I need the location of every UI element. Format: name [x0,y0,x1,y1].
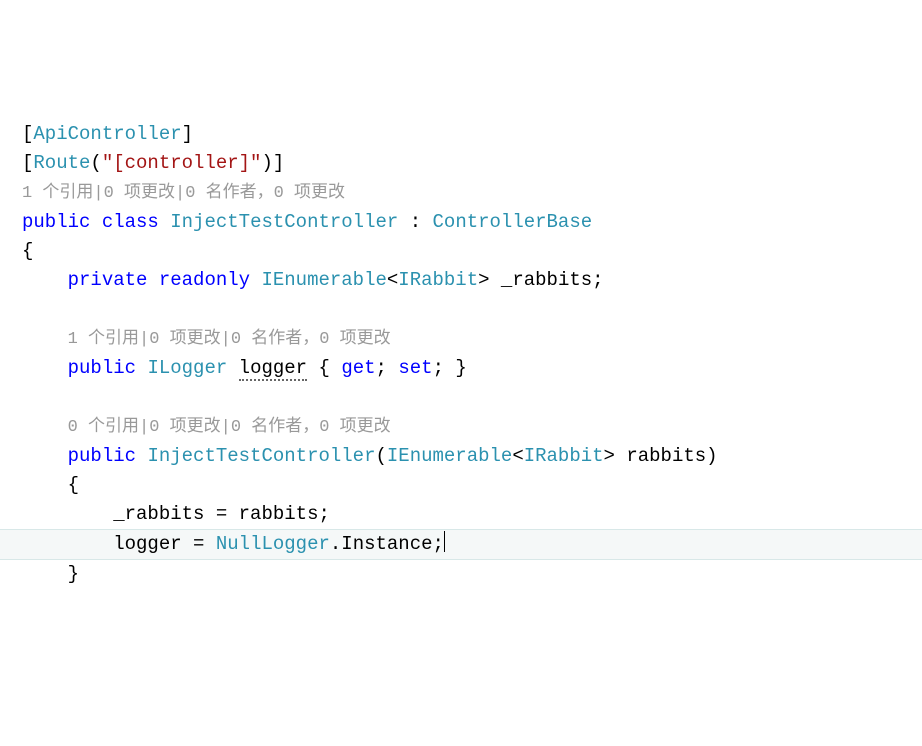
class-name: InjectTestController [170,211,398,233]
brace-open: { [22,240,33,262]
bracket-open: [ [22,152,33,174]
code-line: } [22,560,922,589]
semicolon: ; [433,533,444,555]
paren-close: ) [706,445,717,467]
code-line: { [22,471,922,500]
keyword-public: public [68,357,136,379]
brace-open: { [307,357,341,379]
type-ienumerable: IEnumerable [387,445,512,467]
semicolon: ; [592,269,603,291]
string-literal: "[controller]" [102,152,262,174]
angle-close: > [478,269,489,291]
angle-open: < [387,269,398,291]
code-line: [Route("[controller]")] [22,149,922,178]
paren-open: ( [90,152,101,174]
dot: . [330,533,341,555]
code-line: { [22,237,922,266]
param-rabbits: rabbits [615,445,706,467]
keyword-readonly: readonly [159,269,250,291]
code-line: public InjectTestController(IEnumerable<… [22,442,922,471]
bracket-open: [ [22,123,33,145]
separator: ; [376,357,399,379]
angle-close: > [604,445,615,467]
attribute-type: Route [33,152,90,174]
code-line: public class InjectTestController : Cont… [22,208,922,237]
keyword-class: class [102,211,159,233]
text-caret [444,531,445,552]
current-line: logger = NullLogger.Instance; [0,529,922,560]
codelens-text: 1 个引用|0 项更改|0 名作者，0 项更改 [22,184,345,203]
type-irabbit: IRabbit [524,445,604,467]
keyword-public: public [22,211,90,233]
keyword-public: public [68,445,136,467]
code-editor[interactable]: [ApiController][Route("[controller]")]1 … [22,120,922,589]
identifier-logger: logger [113,533,181,555]
type-ienumerable: IEnumerable [261,269,386,291]
keyword-set: set [398,357,432,379]
type-ilogger: ILogger [147,357,227,379]
semicolon: ; [318,503,329,525]
property-logger: logger [239,357,307,381]
base-class: ControllerBase [433,211,593,233]
code-line: public ILogger logger { get; set; } [22,354,922,383]
brace-close: } [68,563,79,585]
codelens-line[interactable]: 0 个引用|0 项更改|0 名作者，0 项更改 [22,412,922,442]
equals: = [204,503,238,525]
keyword-get: get [341,357,375,379]
code-line: [ApiController] [22,120,922,149]
codelens-line[interactable]: 1 个引用|0 项更改|0 名作者，0 项更改 [22,324,922,354]
code-line: private readonly IEnumerable<IRabbit> _r… [22,266,922,295]
field-rabbits: _rabbits [490,269,593,291]
equals: = [182,533,216,555]
brace-open: { [68,474,79,496]
attribute-type: ApiController [33,123,181,145]
codelens-text: 1 个引用|0 项更改|0 名作者，0 项更改 [68,330,391,349]
codelens-text: 0 个引用|0 项更改|0 名作者，0 项更改 [68,418,391,437]
blank-line [22,383,922,412]
type-nulllogger: NullLogger [216,533,330,555]
type-irabbit: IRabbit [398,269,478,291]
codelens-line[interactable]: 1 个引用|0 项更改|0 名作者，0 项更改 [22,178,922,208]
paren-close: ) [261,152,272,174]
code-line: _rabbits = rabbits; [22,500,922,529]
bracket-close: ] [273,152,284,174]
constructor-name: InjectTestController [147,445,375,467]
angle-open: < [512,445,523,467]
bracket-close: ] [182,123,193,145]
field-rabbits: _rabbits [113,503,204,525]
identifier-rabbits: rabbits [239,503,319,525]
brace-close: ; } [433,357,467,379]
colon: : [398,211,432,233]
member-instance: Instance [341,533,432,555]
keyword-private: private [68,269,148,291]
blank-line [22,295,922,324]
paren-open: ( [375,445,386,467]
